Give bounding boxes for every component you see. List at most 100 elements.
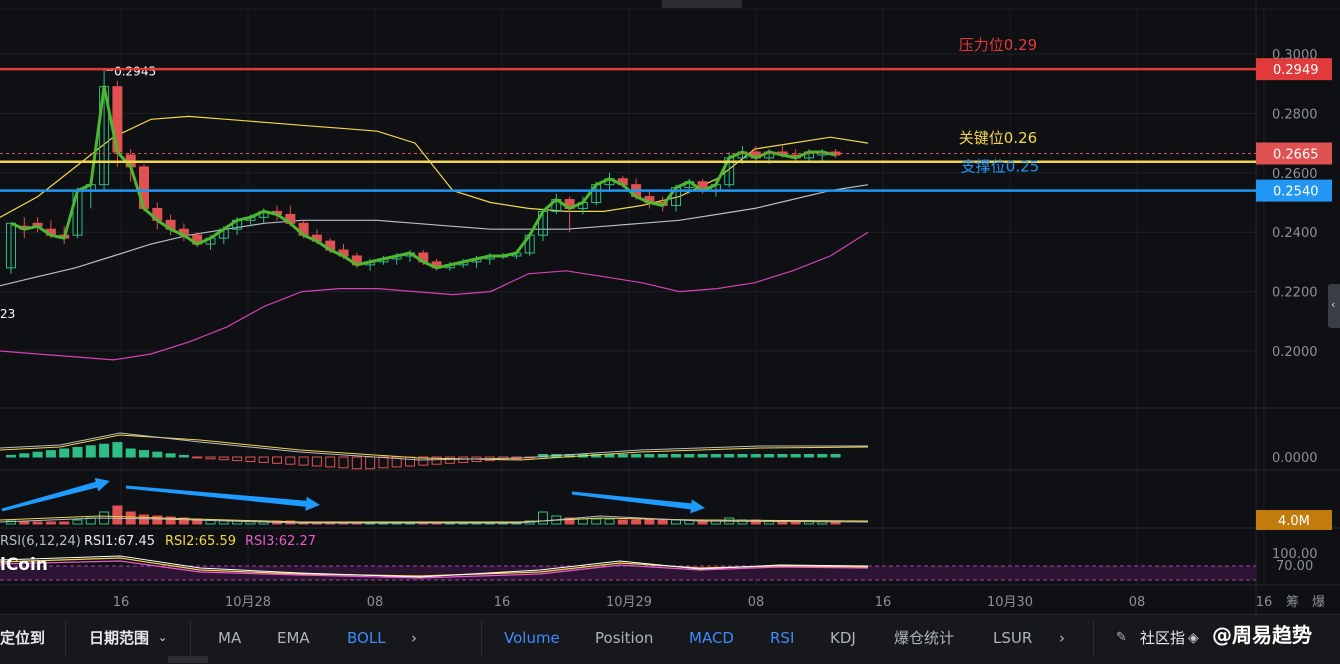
time-tick-label: 10月30 — [987, 595, 1033, 610]
time-tick-label: 10月28 — [225, 595, 271, 610]
chevron-right-icon[interactable]: › — [411, 628, 417, 648]
edit-icon[interactable]: ✎ — [1116, 628, 1127, 648]
indicator-liquidation[interactable]: 爆仓统计 — [894, 628, 954, 648]
macd-bar — [817, 454, 828, 458]
boll-middle-line — [0, 184, 869, 287]
trend-line: 0.2945 23 — [0, 64, 836, 321]
volume-bar — [139, 514, 149, 525]
time-tick-label: 08 — [367, 595, 384, 610]
macd-bar — [338, 456, 349, 469]
community-indicator-button[interactable]: 社区指 — [1140, 628, 1185, 648]
indicator-kdj[interactable]: KDJ — [830, 628, 856, 648]
indicator-boll[interactable]: BOLL — [347, 628, 386, 648]
price-tick-label: 0.3000 — [1272, 48, 1318, 63]
toolbar-divider — [65, 621, 66, 657]
active-tab-underline — [168, 656, 208, 663]
volume-bar — [644, 519, 655, 525]
macd-bar — [378, 456, 389, 469]
price-tick-label: 0.2600 — [1272, 167, 1318, 182]
volume-bar — [631, 519, 642, 525]
chart-canvas[interactable]: 0.2945 23 压力位0.29 0.2949 关键位0.26 0.2665 支撑位0.… — [0, 0, 1340, 614]
level-price-tag-text: 0.2665 — [1273, 147, 1319, 162]
volume-bar — [59, 521, 70, 525]
indicator-panels: 0.00004.0M100.0070.00RSI(6,12,24) RSI1:67… — [0, 432, 1332, 581]
time-tick-label: 08 — [748, 595, 765, 610]
rsi-tick-label: 70.00 — [1276, 559, 1313, 574]
volume-bar — [32, 521, 43, 525]
macd-bar — [697, 454, 708, 458]
icoin-watermark: iCoin — [0, 555, 48, 575]
macd-bar — [617, 454, 628, 458]
macd-bar — [59, 448, 70, 458]
volume-bar — [19, 521, 30, 525]
macd-bar — [737, 454, 748, 458]
indicator-ema[interactable]: EMA — [277, 628, 310, 648]
indicator-rsi[interactable]: RSI — [770, 628, 794, 648]
toolbar-divider — [1093, 621, 1094, 657]
macd-bar — [325, 456, 336, 468]
macd-bar — [232, 456, 243, 462]
volume-bar — [604, 518, 615, 525]
macd-bar — [192, 456, 203, 459]
macd-bar — [112, 442, 123, 458]
volume-bar — [112, 505, 123, 525]
macd-bar — [298, 456, 309, 466]
chip-label: 筹 — [1286, 594, 1299, 610]
level-label: 支撑位0.25 — [961, 158, 1039, 176]
locate-button[interactable]: 定位到 — [0, 628, 45, 648]
volume-bar — [671, 519, 681, 525]
macd-bar — [710, 454, 721, 458]
time-tick-label: 10月29 — [606, 595, 652, 610]
macd-bar — [644, 454, 655, 458]
indicator-macd[interactable]: MACD — [689, 628, 734, 648]
price-tick-label: 0.2000 — [1272, 345, 1318, 360]
macd-bar — [85, 445, 96, 458]
volume-tag-text: 4.0M — [1278, 514, 1310, 529]
macd-bar — [218, 456, 229, 461]
indicator-lsur[interactable]: LSUR — [993, 628, 1032, 648]
indicator-position[interactable]: Position — [595, 628, 653, 648]
rsi2-value: RSI2:65.59 — [165, 534, 236, 549]
indicator-ma[interactable]: MA — [218, 628, 241, 648]
price-levels: 压力位0.29 0.2949 关键位0.26 0.2665 支撑位0.25 0.2540 — [0, 36, 1332, 202]
collapse-handle[interactable]: ‹ — [1328, 284, 1340, 328]
chevron-right-icon[interactable]: › — [1059, 628, 1065, 648]
price-tick-label: 0.2400 — [1272, 226, 1318, 241]
macd-bar — [684, 454, 695, 458]
volume-bar — [538, 511, 548, 525]
macd-bar — [631, 454, 642, 458]
date-range-button[interactable]: 日期范围 — [89, 628, 149, 648]
price-tick-label: 0.2800 — [1272, 107, 1318, 122]
blue-arrow — [571, 491, 705, 514]
level-label: 压力位0.29 — [959, 36, 1037, 54]
chevron-left-icon: ‹ — [1331, 298, 1336, 311]
level-price-tag-text: 0.2949 — [1273, 63, 1319, 78]
rsi-params-label: RSI(6,12,24) — [0, 534, 81, 549]
macd-bar — [32, 451, 43, 458]
level-price-tag-text: 0.2540 — [1273, 185, 1319, 200]
volume-bar — [45, 521, 56, 525]
macd-bar — [724, 454, 735, 458]
macd-bar — [351, 456, 362, 470]
chevron-down-icon: ⌄ — [158, 631, 168, 644]
macd-bar — [777, 454, 788, 458]
volume-bar — [577, 518, 588, 525]
macd-bar — [245, 456, 256, 462]
macd-bar — [205, 456, 216, 460]
left-edge-label: 23 — [0, 307, 15, 321]
time-tick-label: 16 — [113, 595, 130, 610]
time-tick-label: 16 — [494, 595, 511, 610]
macd-bar — [365, 456, 376, 470]
volume-bar — [152, 515, 163, 525]
author-watermark: @周易趋势 — [1212, 623, 1312, 647]
volume-bar — [72, 519, 83, 525]
indicator-volume[interactable]: Volume — [504, 628, 560, 648]
macd-bar — [604, 454, 615, 458]
toolbar-divider — [481, 621, 482, 657]
diamond-logo-icon: ◈ — [1188, 630, 1199, 646]
macd-bar — [671, 454, 681, 458]
rsi1-value: RSI1:67.45 — [84, 534, 155, 549]
macd-bar — [99, 443, 110, 458]
boll-lower-line — [0, 231, 869, 361]
macd-bar — [311, 456, 322, 467]
